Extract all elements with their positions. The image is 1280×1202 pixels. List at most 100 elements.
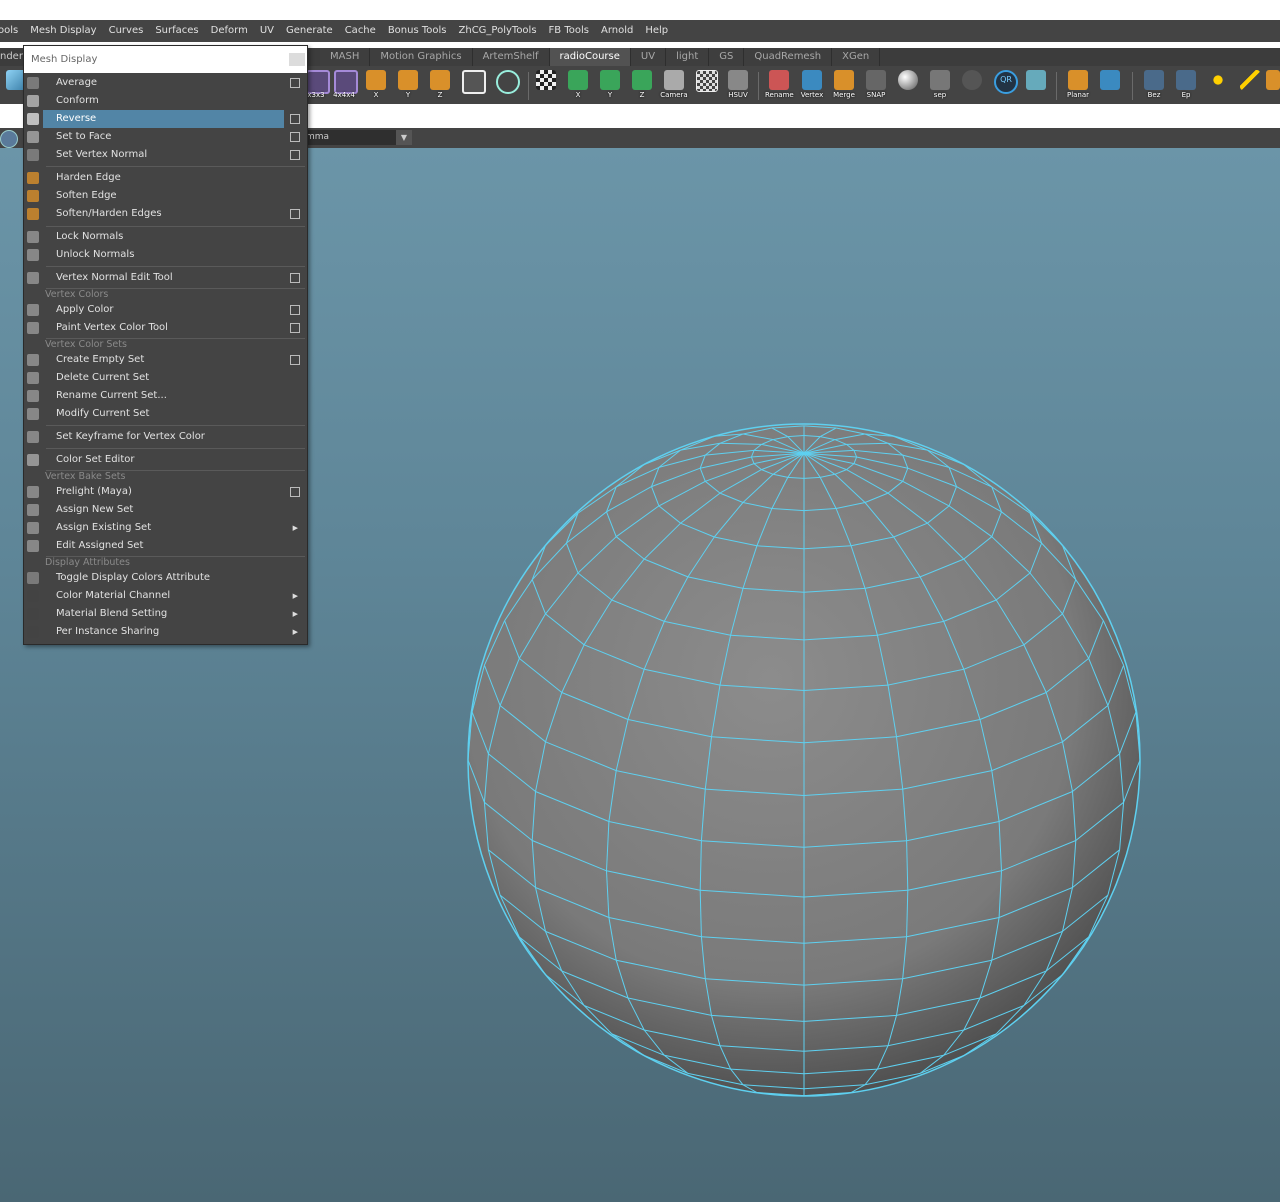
planar-button[interactable]: Planar [1064,70,1092,100]
option-box[interactable] [290,305,300,315]
directional-light-button[interactable] [1236,70,1264,100]
option-box[interactable] [290,150,300,160]
option-box[interactable] [290,114,300,124]
bend-button[interactable] [1022,70,1050,100]
option-box[interactable] [290,209,300,219]
ep-curve-button[interactable]: Ep [1172,70,1200,100]
menu-bonus-tools[interactable]: Bonus Tools [382,20,453,42]
flatten-icon [632,70,652,90]
tear-off-handle[interactable] [289,53,305,66]
menu-item-unlock-normals[interactable]: Unlock Normals [24,246,307,264]
tab-gs[interactable]: GS [709,48,745,66]
hsuv-button[interactable]: HSUV [724,70,752,100]
harden-edge-icon [27,172,39,184]
menu-fb-tools[interactable]: FB Tools [543,20,595,42]
menu-item-toggle-display-colors-attribute[interactable]: Toggle Display Colors Attribute [24,569,307,587]
menu-cache[interactable]: Cache [339,20,382,42]
option-box[interactable] [290,273,300,283]
menu-item-color-set-editor[interactable]: Color Set Editor [24,451,307,469]
texture-button[interactable] [692,70,720,100]
tab-radiocourse[interactable]: radioCourse [549,48,631,66]
sep-button[interactable]: sep [926,70,954,100]
menu-curves[interactable]: Curves [103,20,150,42]
menu-deform[interactable]: Deform [205,20,254,42]
python-button[interactable] [958,70,986,100]
tab-motion-graphics[interactable]: Motion Graphics [370,48,473,66]
vertex-button[interactable]: Vertex [798,70,826,100]
menu-item-paint-vertex-color-tool[interactable]: Paint Vertex Color Tool [24,319,307,337]
snap-button[interactable]: SNAP [862,70,890,100]
menu-item-soften-edge[interactable]: Soften Edge [24,187,307,205]
menu-item-set-keyframe-for-vertex-color[interactable]: Set Keyframe for Vertex Color [24,428,307,446]
menu-item-apply-color[interactable]: Apply Color [24,301,307,319]
option-box[interactable] [290,78,300,88]
shelf-tab-truncated[interactable]: nder [0,48,23,66]
curve-tool-button[interactable] [492,70,520,100]
menu-arnold[interactable]: Arnold [595,20,639,42]
menu-tools-truncated[interactable]: ools [0,20,24,42]
subdiv-4x4-button[interactable]: 4x4x4 [330,70,358,100]
unfold-button[interactable] [1096,70,1124,100]
menu-item-vertex-normal-edit-tool[interactable]: Vertex Normal Edit Tool [24,269,307,287]
mirror-x-button[interactable]: X [362,70,390,100]
merge-button[interactable]: Merge [830,70,858,100]
menu-item-assign-new-set[interactable]: Assign New Set [24,501,307,519]
menu-zhcg-polytools[interactable]: ZhCG_PolyTools [453,20,543,42]
poly-sphere[interactable] [467,423,1141,1097]
tab-uv[interactable]: UV [630,48,667,66]
option-box[interactable] [290,323,300,333]
menu-item-per-instance-sharing[interactable]: Per Instance Sharing ▶ [24,623,307,641]
tab-quadremesh[interactable]: QuadRemesh [744,48,833,66]
tab-artemshelf[interactable]: ArtemShelf [472,48,550,66]
color-space-dropdown[interactable]: mma ▼ [300,130,412,145]
bezier-button[interactable]: Bez [1140,70,1168,100]
menu-item-harden-edge[interactable]: Harden Edge [24,169,307,187]
lights-button[interactable] [1204,70,1232,100]
menu-help[interactable]: Help [639,20,674,42]
set-to-face-icon [27,131,39,143]
menu-generate[interactable]: Generate [280,20,339,42]
menu-item-assign-existing-set[interactable]: Assign Existing Set ▶ [24,519,307,537]
tab-mash[interactable]: MASH [320,48,371,66]
menu-item-average[interactable]: Average [24,74,307,92]
color-editor-icon [27,454,39,466]
section-label: Vertex Color Sets [45,339,127,350]
option-box[interactable] [290,355,300,365]
option-box[interactable] [290,132,300,142]
quad-remesh-button[interactable]: QR [990,70,1018,100]
scale-y-button[interactable]: Y [596,70,624,100]
shelf-separator [1132,72,1133,100]
light-extra-button[interactable] [1266,70,1280,100]
menu-item-edit-assigned-set[interactable]: Edit Assigned Set [24,537,307,555]
camera-button[interactable]: Camera [660,70,688,100]
option-box[interactable] [290,487,300,497]
menu-item-delete-current-set[interactable]: Delete Current Set [24,369,307,387]
menu-item-color-material-channel[interactable]: Color Material Channel ▶ [24,587,307,605]
mirror-y-button[interactable]: Y [394,70,422,100]
tab-light[interactable]: light [666,48,710,66]
isolate-select-icon[interactable] [0,130,18,148]
sphere-shader-button[interactable] [894,70,922,100]
duplicate-button[interactable] [458,70,486,100]
menu-uv[interactable]: UV [254,20,280,42]
menu-item-prelight-maya[interactable]: Prelight (Maya) [24,483,307,501]
menu-mesh-display[interactable]: Mesh Display [24,20,102,42]
menu-surfaces[interactable]: Surfaces [149,20,204,42]
scale-z-button[interactable]: Z [628,70,656,100]
menu-item-lock-normals[interactable]: Lock Normals [24,228,307,246]
menu-item-set-to-face[interactable]: Set to Face [24,128,307,146]
hsuv-label: HSUV [728,91,748,99]
mirror-z-button[interactable]: Z [426,70,454,100]
checker-button[interactable] [532,70,560,100]
menu-item-set-vertex-normal[interactable]: Set Vertex Normal [24,146,307,164]
menu-item-modify-current-set[interactable]: Modify Current Set [24,405,307,423]
tab-xgen[interactable]: XGen [832,48,881,66]
menu-item-conform[interactable]: Conform [24,92,307,110]
menu-item-create-empty-set[interactable]: Create Empty Set [24,351,307,369]
rename-button[interactable]: Rename [765,70,794,100]
scale-x-button[interactable]: X [564,70,592,100]
menu-item-reverse[interactable]: Reverse [24,110,307,128]
menu-item-material-blend-setting[interactable]: Material Blend Setting ▶ [24,605,307,623]
menu-item-rename-current-set[interactable]: Rename Current Set... [24,387,307,405]
menu-item-soften-harden-edges[interactable]: Soften/Harden Edges [24,205,307,223]
